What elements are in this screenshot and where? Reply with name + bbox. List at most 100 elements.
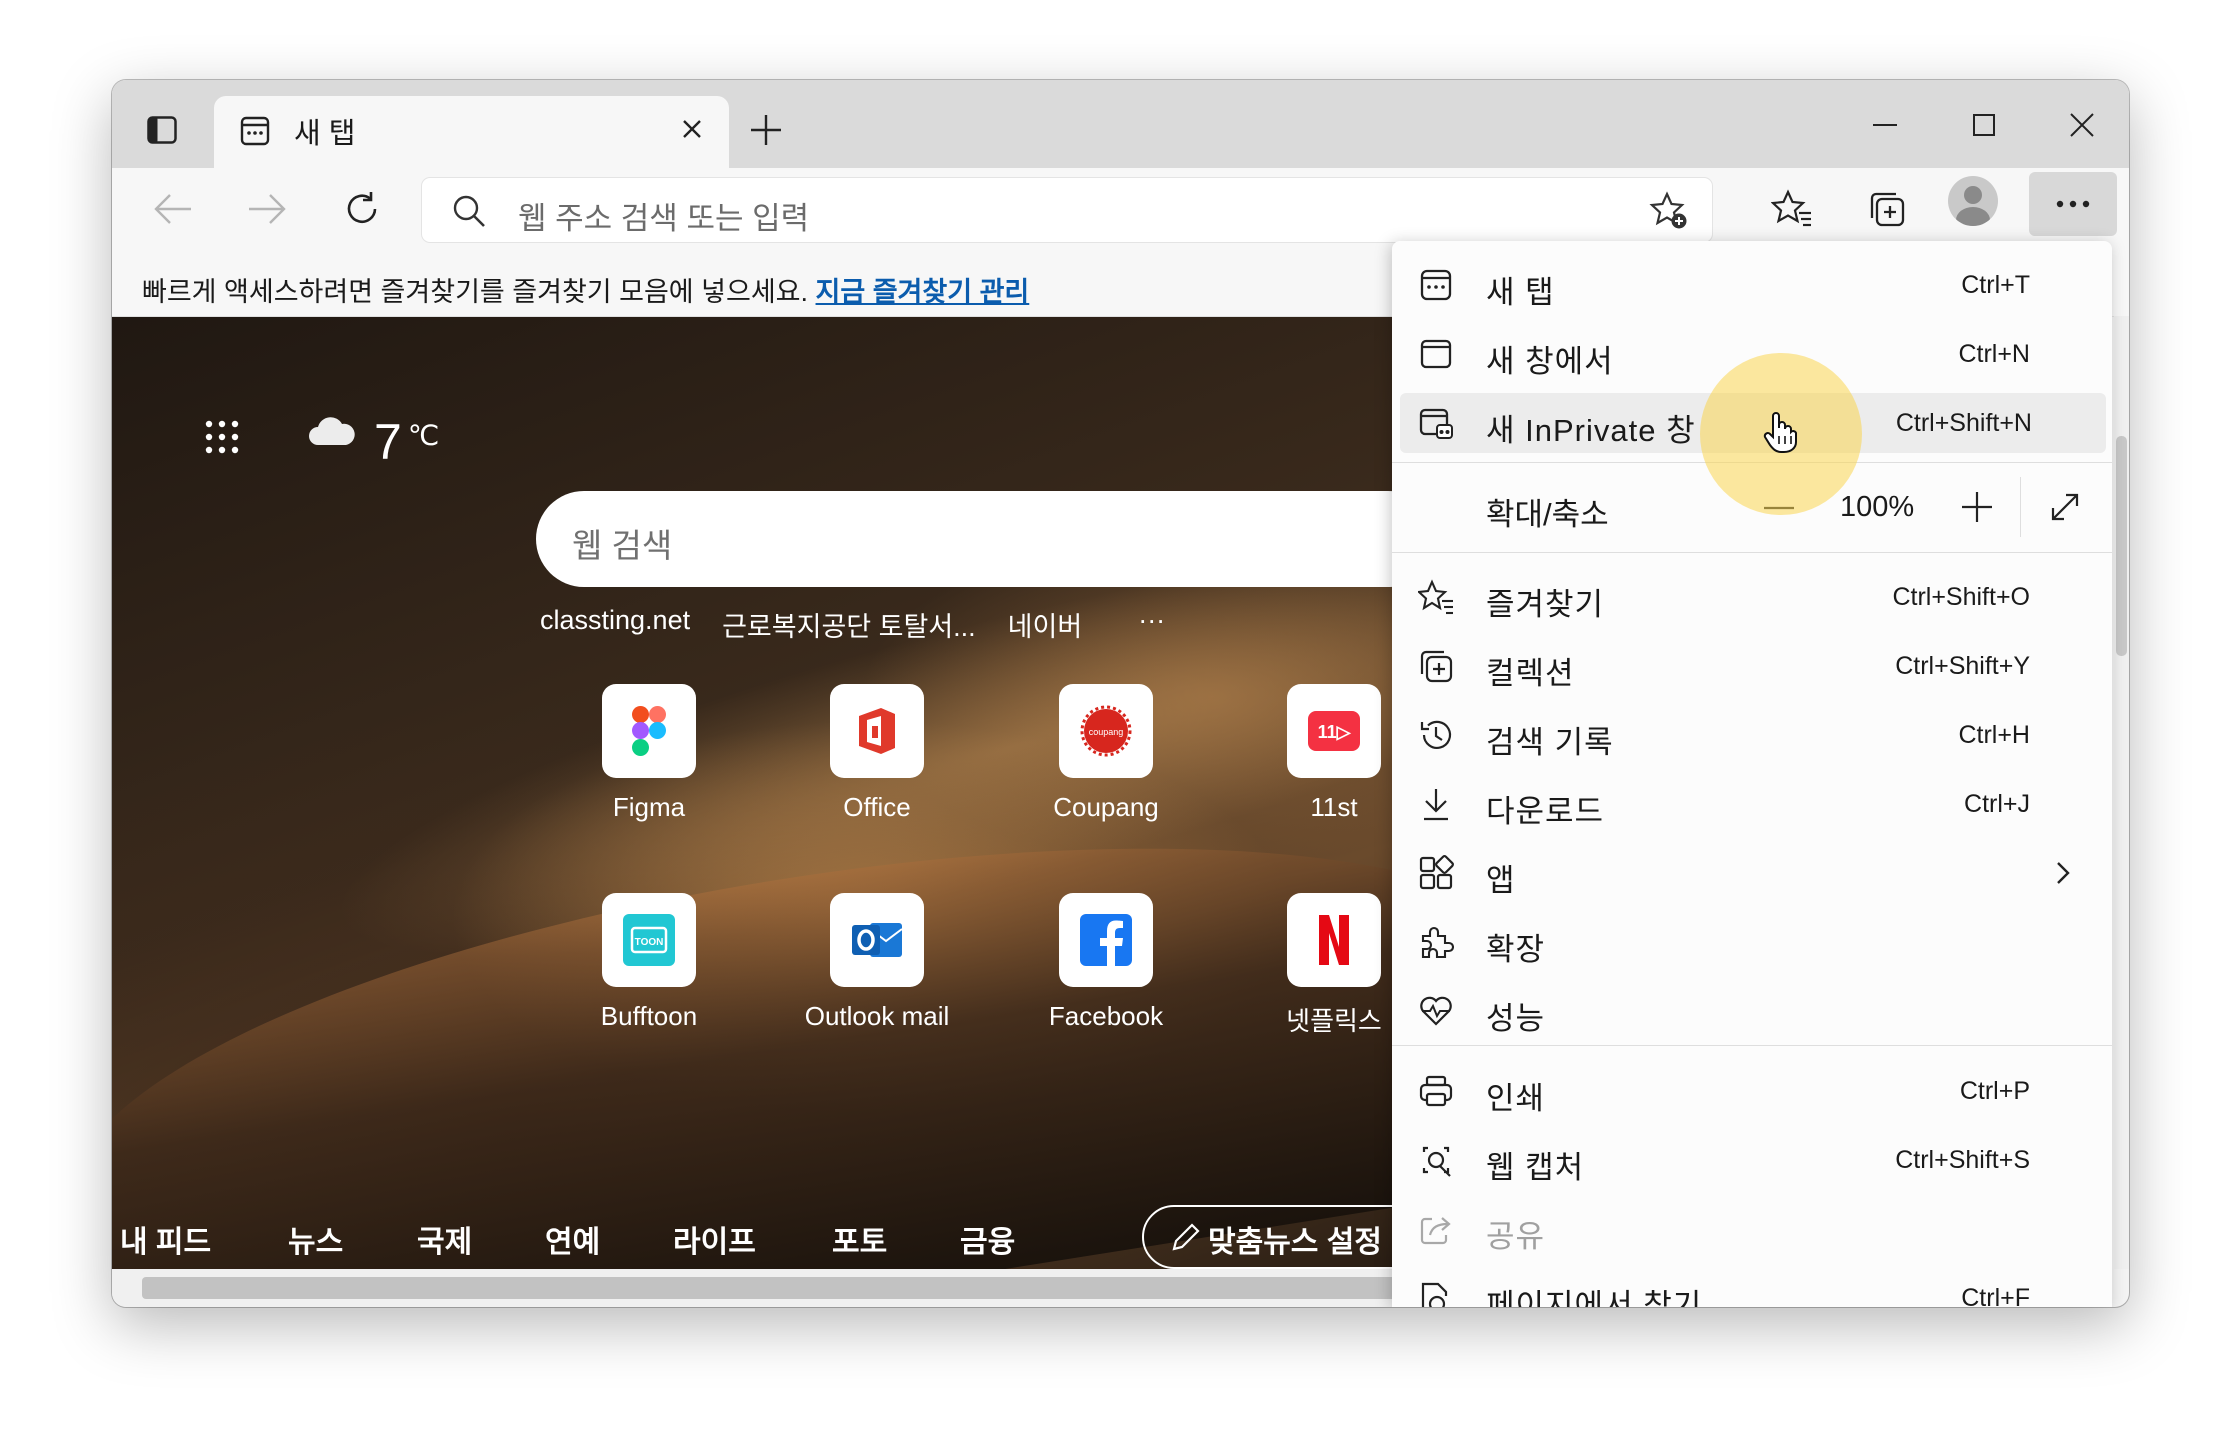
horizontal-scrollbar[interactable] (112, 1269, 1402, 1307)
address-placeholder: 웹 주소 검색 또는 입력 (518, 201, 810, 236)
history-icon (1418, 717, 1454, 753)
quick-links: classting.net 근로복지공단 토탈서... 네이버 ··· (540, 605, 1197, 644)
browser-window: 새 탭 웹 주소 검색 또는 입력 빠르게 액세스하려면 즐겨찾기를 즐겨찾기 … (112, 80, 2129, 1307)
facebook-icon (1059, 893, 1153, 987)
menu-item-new-tab[interactable]: 새 탭 Ctrl+T (1392, 255, 2112, 315)
minimize-icon[interactable] (1865, 105, 1905, 145)
scrollbar-thumb[interactable] (2116, 436, 2127, 656)
tile-facebook[interactable]: Facebook (991, 893, 1221, 1032)
find-icon (1418, 1280, 1454, 1307)
menu-item-share[interactable]: 공유 (1392, 1199, 2112, 1259)
menu-item-favorites[interactable]: 즐겨찾기 Ctrl+Shift+O (1392, 567, 2112, 627)
new-tab-plus-icon[interactable] (748, 112, 784, 148)
custom-news-button[interactable]: 맞춤뉴스 설정 (1142, 1205, 1392, 1269)
favorites-icon (1416, 579, 1454, 615)
web-search-placeholder: 웹 검색 (572, 527, 673, 564)
menu-item-shortcut: Ctrl+N (1958, 340, 2030, 368)
coupang-icon: coupang (1059, 684, 1153, 778)
menu-item-label: 다운로드 (1486, 794, 1605, 829)
zoom-value: 100% (1840, 491, 1915, 523)
menu-item-find-on-page[interactable]: 페이지에서 찾기 Ctrl+F (1392, 1268, 2112, 1307)
tile-label: 11st (1310, 792, 1358, 822)
feed-tab[interactable]: 포토 (832, 1217, 887, 1261)
feed-tab[interactable]: 국제 (417, 1217, 472, 1261)
menu-item-apps[interactable]: 앱 (1392, 843, 2112, 903)
tab-new-tab[interactable]: 새 탭 (214, 96, 729, 168)
favorites-hint-text: 빠르게 액세스하려면 즐겨찾기를 즐겨찾기 모음에 넣으세요. (142, 277, 809, 307)
tile-office[interactable]: Office (762, 684, 992, 823)
menu-item-collections[interactable]: 컬렉션 Ctrl+Shift+Y (1392, 636, 2112, 696)
vertical-scrollbar[interactable] (2114, 316, 2129, 1269)
menu-item-performance[interactable]: 성능 (1392, 981, 2112, 1041)
tile-bufftoon[interactable]: TOON Bufftoon (534, 893, 764, 1032)
tile-outlook[interactable]: Outlook mail (762, 893, 992, 1032)
settings-more-button[interactable] (2029, 172, 2117, 236)
feed-tab[interactable]: 연예 (545, 1217, 600, 1261)
menu-item-label: 새 창에서 (1486, 344, 1614, 379)
collections-icon (1418, 648, 1454, 684)
svg-text:coupang: coupang (1089, 727, 1124, 737)
menu-item-downloads[interactable]: 다운로드 Ctrl+J (1392, 774, 2112, 834)
add-favorite-icon[interactable] (1648, 190, 1690, 237)
profile-avatar[interactable] (1948, 176, 1998, 226)
feed-tab[interactable]: 라이프 (673, 1217, 756, 1261)
feed-tab[interactable]: 내 피드 (120, 1217, 211, 1261)
address-bar[interactable]: 웹 주소 검색 또는 입력 (422, 178, 1712, 242)
scrollbar-thumb[interactable] (142, 1277, 1402, 1299)
menu-item-shortcut: Ctrl+T (1961, 271, 2030, 299)
window-close-icon[interactable] (2062, 105, 2102, 145)
figma-icon (602, 684, 696, 778)
menu-item-extensions[interactable]: 확장 (1392, 912, 2112, 972)
refresh-icon[interactable] (337, 184, 387, 234)
menu-item-print[interactable]: 인쇄 Ctrl+P (1392, 1061, 2112, 1121)
menu-divider (1392, 1045, 2112, 1046)
menu-item-shortcut: Ctrl+Shift+S (1895, 1146, 2030, 1174)
netflix-icon (1287, 893, 1381, 987)
apps-icon (1418, 855, 1454, 891)
menu-item-label: 성능 (1486, 1001, 1546, 1036)
svg-text:11▷: 11▷ (1318, 722, 1352, 742)
menu-item-web-capture[interactable]: 웹 캡처 Ctrl+Shift+S (1392, 1130, 2112, 1190)
tab-actions-icon[interactable] (147, 116, 177, 144)
favorites-icon[interactable] (1767, 184, 1817, 234)
bufftoon-icon: TOON (602, 893, 696, 987)
tile-coupang[interactable]: coupang Coupang (991, 684, 1221, 823)
menu-item-label: 웹 캡처 (1486, 1150, 1585, 1185)
tab-title: 새 탭 (294, 118, 356, 150)
feed-tab[interactable]: 뉴스 (288, 1217, 343, 1261)
quick-links-more-icon[interactable]: ··· (1138, 605, 1165, 644)
tile-11st[interactable]: 11▷ 11st (1219, 684, 1392, 823)
menu-item-history[interactable]: 검색 기록 Ctrl+H (1392, 705, 2112, 765)
collections-icon[interactable] (1862, 184, 1912, 234)
download-icon (1418, 786, 1454, 822)
tab-close-icon[interactable] (677, 114, 707, 144)
menu-item-shortcut: Ctrl+Shift+O (1892, 583, 2030, 611)
quick-link[interactable]: classting.net (540, 605, 690, 644)
forward-icon[interactable] (242, 184, 292, 234)
quick-link[interactable]: 네이버 (1008, 605, 1083, 644)
tile-netflix[interactable]: 넷플릭스 (1219, 893, 1392, 1038)
app-launcher-icon[interactable] (204, 419, 240, 455)
menu-item-shortcut: Ctrl+H (1958, 721, 2030, 749)
cloud-icon (306, 413, 356, 454)
back-icon[interactable] (148, 184, 198, 234)
fullscreen-icon[interactable] (2048, 490, 2082, 529)
menu-item-label: 새 탭 (1486, 275, 1555, 310)
tile-label: Office (843, 792, 911, 822)
maximize-icon[interactable] (1964, 105, 2004, 145)
menu-item-shortcut: Ctrl+J (1964, 790, 2030, 818)
web-search-input[interactable]: 웹 검색 (536, 491, 1392, 587)
menu-item-label: 컬렉션 (1486, 656, 1575, 691)
zoom-in-icon[interactable] (1960, 490, 1994, 529)
search-icon (452, 194, 486, 233)
toolbar: 웹 주소 검색 또는 입력 (112, 168, 2129, 250)
quick-link[interactable]: 근로복지공단 토탈서... (722, 605, 976, 644)
tile-label: Figma (612, 792, 686, 822)
manage-favorites-link[interactable]: 지금 즐겨찾기 관리 (816, 277, 1030, 307)
weather-widget[interactable]: 7 ℃ (306, 413, 439, 471)
tile-label: Outlook mail (804, 1001, 950, 1031)
feed-tabs: 내 피드 뉴스 국제 연예 라이프 포토 금융 맞춤뉴스 설정 (112, 1205, 1392, 1269)
tile-figma[interactable]: Figma (534, 684, 764, 823)
feed-tab[interactable]: 금융 (960, 1217, 1015, 1261)
tile-label: Bufftoon (600, 1001, 698, 1031)
